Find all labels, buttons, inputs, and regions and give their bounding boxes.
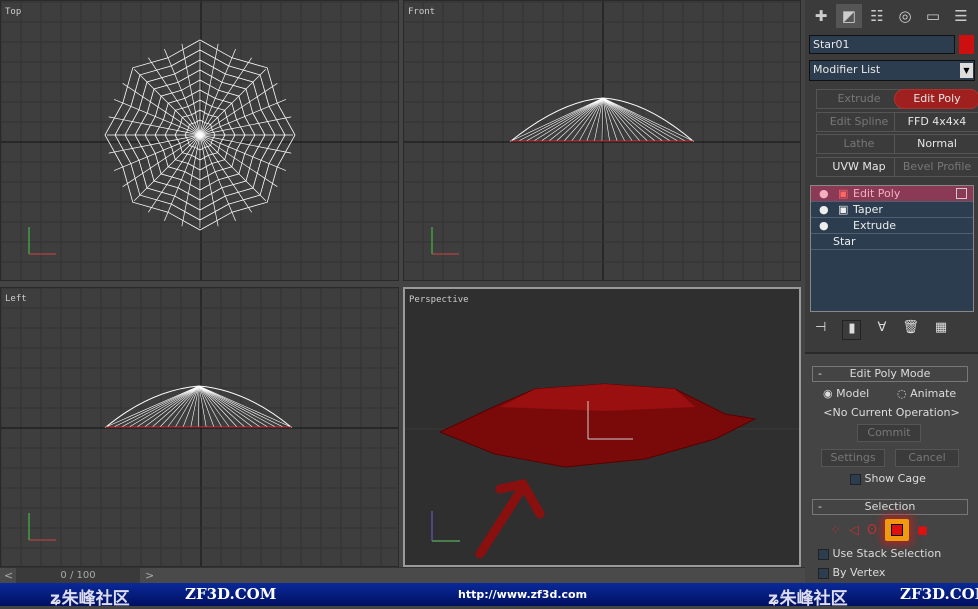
object-color-swatch[interactable] (959, 35, 974, 54)
commit-button[interactable]: Commit (857, 424, 921, 442)
time-slider-thumb[interactable]: 0 / 100 (16, 568, 140, 583)
lightbulb-icon[interactable]: ● (819, 186, 829, 202)
modifier-list-dropdown[interactable]: Modifier List ▼ (809, 60, 975, 81)
motion-icon[interactable]: ◎ (892, 4, 918, 28)
stack-item-label: Extrude (853, 219, 897, 232)
next-frame-button[interactable]: > (145, 569, 154, 582)
viewport-label[interactable]: Front (408, 7, 435, 17)
brand-text: ZF3D.COM (900, 585, 978, 603)
rollout-selection[interactable]: - Selection (812, 499, 968, 515)
stack-item-extrude[interactable]: ● Extrude (811, 218, 973, 234)
show-cage-label: Show Cage (864, 472, 926, 485)
modifier-list-label: Modifier List (813, 63, 881, 76)
make-unique-icon[interactable]: ∀ (877, 320, 886, 340)
create-icon[interactable]: ✚ (808, 4, 834, 28)
animate-label: Animate (910, 387, 957, 400)
modifier-button-normal[interactable]: Normal (894, 134, 978, 154)
hierarchy-icon[interactable]: ☷ (864, 4, 890, 28)
url-text: http://www.zf3d.com (458, 588, 588, 601)
watermark-banner: ʑ朱峰社区 ZF3D.COM http://www.zf3d.com ʑ朱峰社区… (0, 583, 978, 609)
show-end-result-icon[interactable] (956, 188, 967, 199)
stack-item-label: Edit Poly (853, 187, 901, 200)
use-stack-selection-checkbox[interactable]: Use Stack Selection (818, 547, 941, 560)
command-panel: ✚ ◩ ☷ ◎ ▭ ☰ Star01 Modifier List ▼ Extrud… (805, 0, 978, 583)
modifier-button-edit-spline[interactable]: Edit Spline (816, 112, 902, 132)
pin-stack-icon[interactable]: ⊣ (815, 320, 826, 340)
modifier-button-bevel-profile[interactable]: Bevel Profile (894, 157, 978, 177)
by-vertex-label: By Vertex (832, 566, 886, 579)
configure-sets-icon[interactable]: ▦ (935, 320, 947, 340)
object-name-field[interactable]: Star01 (809, 35, 955, 54)
show-cage-checkbox[interactable]: Show Cage (850, 472, 926, 485)
remove-modifier-icon[interactable]: 🗑 (902, 320, 919, 340)
modifier-button-uvw-map[interactable]: UVW Map (816, 157, 902, 177)
prev-frame-button[interactable]: < (4, 569, 13, 582)
model-radio[interactable]: ◉ Model (823, 387, 869, 400)
lightbulb-icon[interactable]: ● (819, 202, 829, 218)
cancel-button[interactable]: Cancel (895, 449, 959, 467)
viewport-top[interactable]: Top (0, 0, 399, 281)
viewport-left[interactable]: Left (0, 287, 399, 567)
current-operation-text: <No Current Operation> (823, 406, 960, 419)
chevron-down-icon[interactable]: ▼ (960, 63, 973, 78)
edge-icon[interactable]: ◁ (849, 523, 859, 538)
modifier-button-edit-poly[interactable]: Edit Poly (894, 89, 978, 109)
expand-icon[interactable]: ▣ (838, 202, 848, 218)
rollout-title: Edit Poly Mode (849, 367, 931, 380)
animate-radio[interactable]: ◌ Animate (897, 387, 956, 400)
display-icon[interactable]: ▭ (920, 4, 946, 28)
modifier-button-ffd[interactable]: FFD 4x4x4 (894, 112, 978, 132)
vertex-icon[interactable]: ⁘ (830, 523, 841, 538)
polygon-icon[interactable] (885, 519, 910, 541)
settings-button[interactable]: Settings (821, 449, 885, 467)
element-icon[interactable]: ◼ (917, 523, 928, 538)
utilities-icon[interactable]: ☰ (948, 4, 974, 28)
expand-icon[interactable]: ▣ (838, 186, 848, 202)
stack-item-star[interactable]: Star (811, 234, 973, 250)
stack-item-label: Taper (853, 203, 883, 216)
stack-item-taper[interactable]: ● ▣ Taper (811, 202, 973, 218)
viewport-label[interactable]: Top (5, 7, 21, 17)
time-slider[interactable]: < 0 / 100 > (0, 567, 805, 583)
show-end-result-icon[interactable]: ▮ (842, 320, 862, 340)
brand-text: ZF3D.COM (185, 585, 277, 603)
viewport-label[interactable]: Left (5, 294, 27, 304)
stack-item-edit-poly[interactable]: ● ▣ Edit Poly (811, 186, 973, 202)
viewport-perspective[interactable]: Perspective (403, 287, 801, 567)
modifier-stack[interactable]: ● ▣ Edit Poly ● ▣ Taper ● Extrude Star (810, 185, 974, 312)
border-icon[interactable]: ʘ (867, 523, 877, 538)
rollout-edit-poly-mode[interactable]: - Edit Poly Mode (812, 366, 968, 382)
brand-logo-cn: ʑ朱峰社区 (50, 589, 130, 609)
viewport-front[interactable]: Front (403, 0, 801, 281)
lightbulb-icon[interactable]: ● (819, 218, 829, 234)
use-stack-selection-label: Use Stack Selection (832, 547, 942, 560)
viewport-label[interactable]: Perspective (409, 295, 469, 305)
modify-icon[interactable]: ◩ (836, 4, 862, 28)
by-vertex-checkbox[interactable]: By Vertex (818, 566, 885, 579)
stack-item-label: Star (833, 235, 856, 248)
brand-logo-cn: ʑ朱峰社区 (768, 589, 848, 609)
rollout-title: Selection (864, 500, 916, 513)
modifier-button-extrude[interactable]: Extrude (816, 89, 902, 109)
modifier-button-lathe[interactable]: Lathe (816, 134, 902, 154)
model-label: Model (836, 387, 870, 400)
